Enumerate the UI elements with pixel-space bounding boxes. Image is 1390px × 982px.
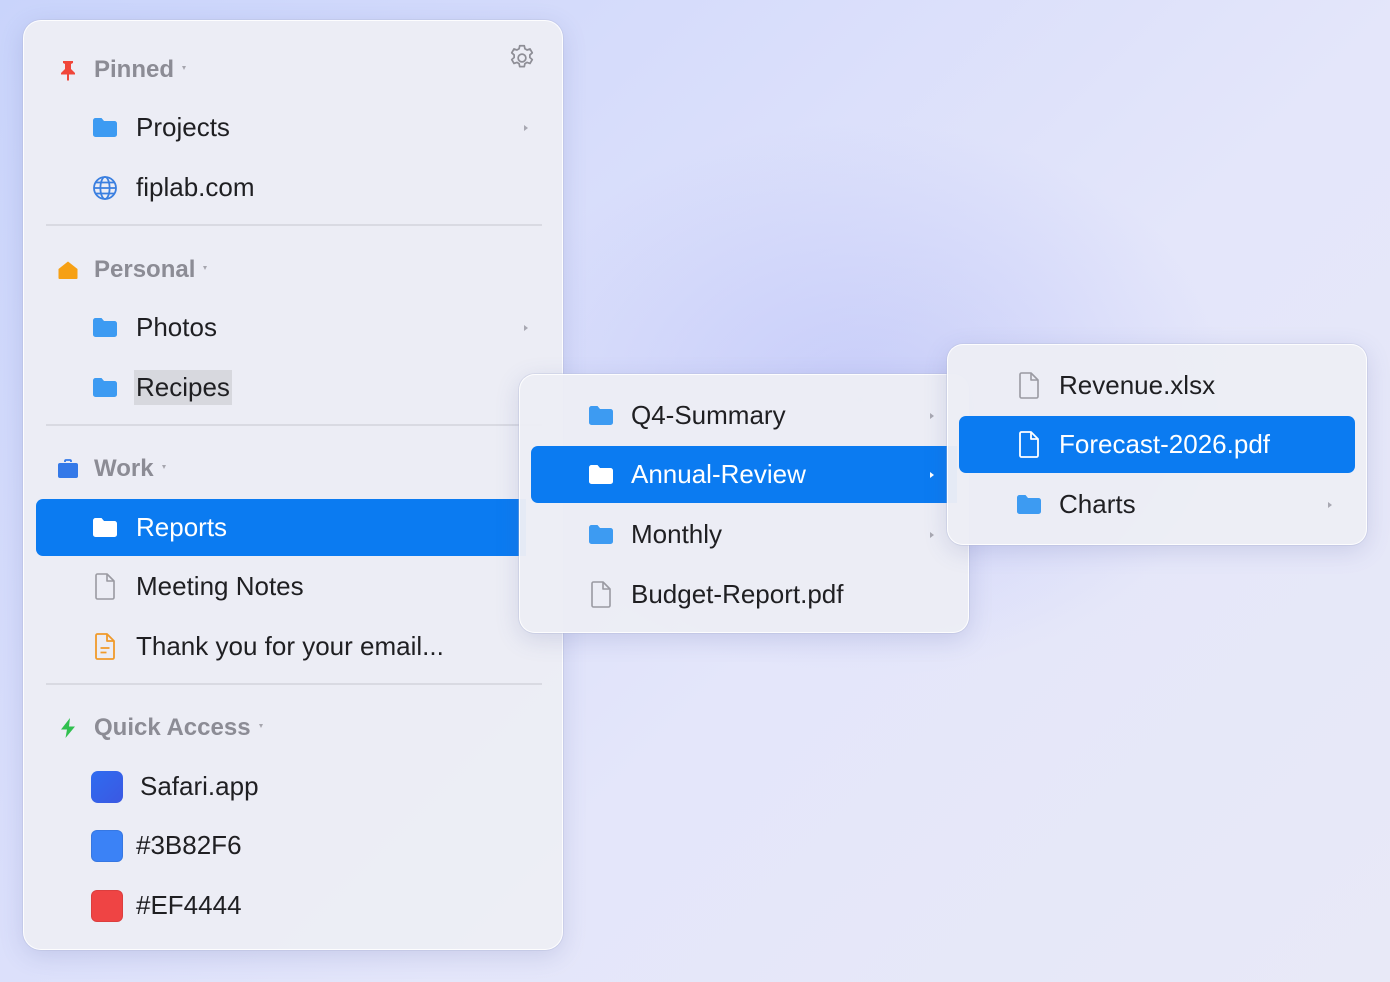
chevron-right-icon [524, 124, 528, 131]
sidebar-item-fiplab[interactable]: fiplab.com [36, 159, 546, 216]
sidebar-item-projects[interactable]: Projects [36, 99, 546, 156]
submenu-item-monthly[interactable]: Monthly [531, 506, 957, 563]
sidebar-item-meeting-notes[interactable]: Meeting Notes [36, 558, 526, 615]
sidebar-item-email-note[interactable]: Thank you for your email... [36, 618, 526, 675]
section-divider [46, 683, 542, 685]
submenu-item-label: Budget-Report.pdf [631, 579, 844, 609]
folder-icon [588, 405, 614, 427]
color-swatch-icon [91, 890, 123, 922]
section-title-pinned: Pinned [94, 56, 187, 84]
sidebar-item-label: #3B82F6 [136, 830, 242, 860]
submenu-item-label: Revenue.xlsx [1059, 370, 1216, 400]
submenu-item-label: Monthly [631, 519, 723, 549]
folder-icon [92, 517, 118, 539]
document-icon [588, 581, 614, 609]
sidebar-item-color-blue[interactable]: #3B82F6 [36, 817, 546, 874]
bolt-icon [56, 716, 80, 740]
sidebar-item-reports[interactable]: Reports [36, 499, 526, 556]
sidebar-item-label: Projects [136, 112, 230, 142]
sidebar-item-label: Recipes [134, 370, 232, 405]
section-header-pinned[interactable]: Pinned [24, 41, 562, 98]
submenu-item-charts[interactable]: Charts [959, 476, 1355, 533]
folder-icon [588, 464, 614, 486]
submenu-item-forecast[interactable]: Forecast-2026.pdf [959, 416, 1355, 473]
document-icon [1016, 431, 1042, 459]
submenu-item-annual-review[interactable]: Annual-Review [531, 446, 957, 503]
chevron-right-icon [930, 531, 934, 538]
document-icon [92, 573, 118, 601]
sidebar-item-color-red[interactable]: #EF4444 [36, 877, 546, 934]
sidebar-item-safari[interactable]: Safari.app [36, 758, 546, 815]
submenu-item-q4-summary[interactable]: Q4-Summary [531, 387, 957, 444]
briefcase-icon [56, 457, 80, 481]
sidebar-item-label: Thank you for your email... [136, 631, 444, 661]
submenu-item-label: Charts [1059, 489, 1136, 519]
section-header-personal[interactable]: Personal [24, 241, 562, 298]
chevron-right-icon [524, 324, 528, 331]
folder-icon [92, 117, 118, 139]
section-title-work: Work [94, 455, 166, 483]
section-header-quick-access[interactable]: Quick Access [24, 699, 562, 756]
app-icon [91, 771, 123, 803]
section-title-personal: Personal [94, 256, 208, 284]
sidebar-item-label: Reports [136, 512, 228, 542]
note-document-icon [92, 633, 118, 661]
chevron-right-icon [1328, 501, 1332, 508]
globe-icon [92, 175, 118, 201]
sidebar-item-label: Meeting Notes [136, 571, 304, 601]
pin-icon [56, 58, 80, 82]
reports-submenu: Q4-Summary Annual-Review Monthly Budget-… [519, 374, 969, 633]
home-icon [56, 258, 80, 282]
submenu-item-label: Q4-Summary [631, 400, 786, 430]
sidebar-item-recipes[interactable]: Recipes [36, 359, 546, 416]
sidebar-panel: Pinned Projects fiplab.com Personal Phot… [23, 20, 563, 950]
section-header-work[interactable]: Work [24, 440, 562, 497]
annual-review-submenu: Revenue.xlsx Forecast-2026.pdf Charts [947, 344, 1367, 545]
sidebar-item-label: #EF4444 [136, 890, 242, 920]
sidebar-item-photos[interactable]: Photos [36, 299, 546, 356]
section-divider [46, 224, 542, 226]
submenu-item-revenue[interactable]: Revenue.xlsx [959, 357, 1355, 414]
section-divider [46, 424, 542, 426]
chevron-right-icon [930, 412, 934, 419]
chevron-right-icon [930, 471, 934, 478]
sidebar-item-label: fiplab.com [136, 172, 255, 202]
folder-icon [92, 317, 118, 339]
sidebar-item-label: Photos [136, 312, 217, 342]
document-icon [1016, 372, 1042, 400]
folder-icon [588, 524, 614, 546]
folder-icon [1016, 494, 1042, 516]
submenu-item-budget-report[interactable]: Budget-Report.pdf [531, 566, 957, 623]
section-title-quick-access: Quick Access [94, 714, 263, 742]
sidebar-item-label: Safari.app [140, 771, 259, 801]
submenu-item-label: Forecast-2026.pdf [1059, 429, 1271, 459]
folder-icon [92, 377, 118, 399]
color-swatch-icon [91, 830, 123, 862]
submenu-item-label: Annual-Review [631, 459, 806, 489]
